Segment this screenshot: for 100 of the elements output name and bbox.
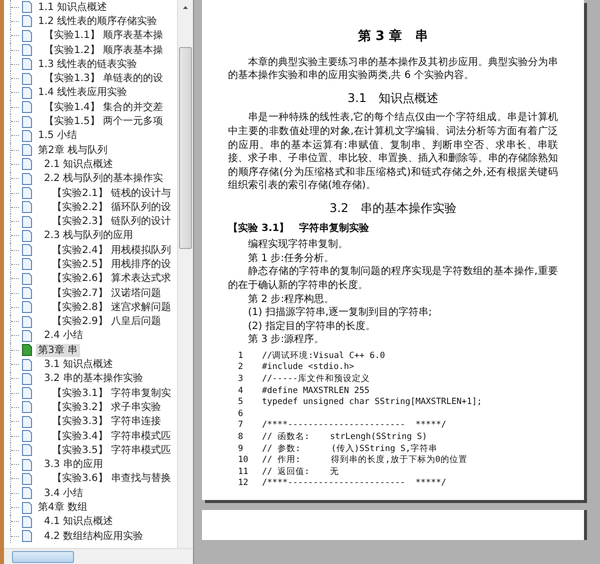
bookmark-item[interactable]: 【实验2.9】 八皇后问题 <box>50 315 164 328</box>
bookmark-page-icon <box>22 316 32 328</box>
bookmark-page-icon <box>22 30 32 42</box>
intro-paragraph: 本章的典型实验主要练习串的基本操作及其初步应用。典型实验分为串的基本操作实验和串的应用实验两类,共 6 个实验内容。 <box>228 56 558 83</box>
bookmark-page-icon <box>22 72 32 85</box>
bookmark-item[interactable]: 【实验3.3】 字符串连接 <box>50 415 164 428</box>
bookmark-item[interactable]: 【实验3.1】 字符串复制实 <box>50 386 174 400</box>
bookmark-page-icon <box>22 116 32 128</box>
line-number: 6 <box>237 408 244 420</box>
bookmark-page-icon <box>22 387 32 400</box>
bookmark-item[interactable]: 【实验2.3】 链队列的设计 <box>50 215 174 228</box>
line-number: 10 <box>237 455 250 467</box>
bookmark-item[interactable]: 【实验3.4】 字符串模式匹 <box>50 430 174 443</box>
experiment-heading: 【实验 3.1】 字符串复制实验 <box>228 222 370 236</box>
bookmark-item[interactable]: 【实验3.6】 串查找与替换 <box>50 472 174 486</box>
bookmark-item[interactable]: 【实验1.2】 顺序表基本操 <box>42 44 166 57</box>
code-line: #include <stdio.h> <box>262 362 354 374</box>
code-line: #define MAXSTRLEN 255 <box>262 386 370 398</box>
bookmark-item[interactable]: 2.1 知识点概述 <box>42 158 116 171</box>
body-paragraph: 静态存储的字符串的复制问题的程序实现是字符数组的基本操作,重要的在于确认新的字符串的长度。 <box>228 265 558 292</box>
line-number: 11 <box>237 466 250 478</box>
vertical-scrollbar[interactable] <box>177 0 193 548</box>
body-paragraph: (1) 扫描源字符串,逐一复制到目的字符串; <box>247 306 433 320</box>
bookmark-item[interactable]: 2.2 栈与队列的基本操作实 <box>42 172 166 186</box>
bookmark-page-icon <box>22 201 32 214</box>
bookmark-page-icon <box>22 44 32 56</box>
bookmark-item[interactable]: 【实验2.7】 汉诺塔问题 <box>50 286 164 300</box>
bookmark-item[interactable]: 【实验3.5】 字符串模式匹 <box>50 444 174 457</box>
bookmark-page-icon <box>22 187 32 199</box>
section-heading: 3.1 知识点概述 <box>346 92 440 106</box>
bookmark-page-icon <box>22 430 32 442</box>
bookmark-page-icon <box>22 530 32 542</box>
line-number: 1 <box>237 350 244 362</box>
line-number: 2 <box>237 362 244 374</box>
bookmark-page-icon <box>22 401 32 414</box>
bookmark-item[interactable]: 【实验1.5】 两个一元多项 <box>42 115 166 128</box>
code-line: // 参数: (传入)SString S,字符串 <box>262 444 438 454</box>
horizontal-scrollbar[interactable] <box>4 548 193 564</box>
code-line: //-----库文件和预设定义 <box>262 374 370 386</box>
bookmark-page-icon <box>22 416 32 428</box>
body-paragraph: 第 1 步:任务分析。 <box>247 252 336 266</box>
bookmark-item[interactable]: 2.3 栈与队列的应用 <box>42 229 136 242</box>
code-line: // 函数名: strLengh(SString S) <box>262 432 428 444</box>
bookmark-page-icon <box>22 15 32 28</box>
bookmark-page-icon <box>22 144 32 156</box>
bookmark-item[interactable]: 1.4 线性表应用实验 <box>36 86 130 100</box>
code-line: /****----------------------- *****/ <box>262 420 446 432</box>
body-paragraph: 第 3 步:源程序。 <box>247 333 326 347</box>
bookmark-item[interactable]: 3.3 串的应用 <box>42 458 106 472</box>
bookmark-item[interactable]: 【实验2.2】 循环队列的设 <box>50 200 174 214</box>
body-paragraph: 编程实现字符串复制。 <box>247 238 349 252</box>
bookmark-item[interactable]: 1.3 线性表的链表实验 <box>36 58 140 71</box>
bookmark-page-icon <box>22 287 32 300</box>
bookmark-page-icon <box>22 230 32 242</box>
bookmark-item[interactable]: 第4章 数组 <box>36 501 90 514</box>
bookmark-page-icon <box>22 358 32 371</box>
bookmark-item[interactable]: 1.1 知识点概述 <box>36 0 110 14</box>
code-line: typedef unsigned char SString[MAXSTRLEN+1]; <box>262 397 482 409</box>
bookmark-item[interactable]: 2.4 小结 <box>42 329 86 342</box>
bookmark-item[interactable]: 【实验1.4】 集合的并交差 <box>42 100 166 114</box>
bookmark-item[interactable]: 3.4 小结 <box>42 486 86 500</box>
bookmark-item[interactable]: 1.2 线性表的顺序存储实验 <box>36 14 160 28</box>
bookmark-page-icon <box>22 244 32 256</box>
bookmark-page-icon <box>22 172 32 185</box>
chapter-title: 第 3 章 串 <box>356 30 430 44</box>
bookmark-item[interactable]: 3.2 串的基本操作实验 <box>42 372 146 386</box>
code-line: /****----------------------- *****/ <box>262 478 446 490</box>
bookmark-page-icon <box>22 1 32 14</box>
code-line: // 返回值: 无 <box>262 466 339 478</box>
bookmark-page-icon <box>22 216 32 228</box>
bookmark-item[interactable]: 【实验2.8】 迷宫求解问题 <box>50 300 174 314</box>
bookmark-item[interactable]: 第3章 串 <box>36 344 80 357</box>
bookmark-item[interactable]: 4.1 知识点概述 <box>42 515 116 528</box>
bookmark-page-icon <box>22 86 32 99</box>
bookmark-item[interactable]: 3.1 知识点概述 <box>42 358 116 372</box>
bookmark-item[interactable]: 【实验2.6】 算术表达式求 <box>50 272 174 286</box>
bookmark-page-icon <box>22 330 32 342</box>
bookmark-current-page-icon <box>22 344 32 356</box>
bookmark-page-icon <box>22 372 32 385</box>
section-heading: 3.2 串的基本操作实验 <box>328 202 458 216</box>
bookmark-page-icon <box>22 458 32 471</box>
code-line: //调试环境:Visual C++ 6.0 <box>262 350 385 362</box>
bookmark-item[interactable]: 【实验1.1】 顺序表基本操 <box>42 29 166 42</box>
bookmark-page-icon <box>22 272 32 285</box>
bookmark-item[interactable]: 【实验2.1】 链栈的设计与 <box>50 186 174 200</box>
bookmark-page-icon <box>22 487 32 500</box>
bookmark-item[interactable]: 【实验2.5】 用栈排序的设 <box>50 258 174 271</box>
bookmark-item[interactable]: 1.5 小结 <box>36 129 80 142</box>
bookmark-page-icon <box>22 444 32 456</box>
bookmark-item[interactable]: 【实验2.4】 用栈模拟队列 <box>50 244 174 257</box>
bookmark-item[interactable]: 第2章 栈与队列 <box>36 144 110 157</box>
bookmark-item[interactable]: 4.2 数组结构应用实验 <box>42 530 146 543</box>
bookmark-page-icon <box>22 301 32 314</box>
bookmark-page-icon <box>22 472 32 485</box>
bookmark-page-icon <box>22 130 32 142</box>
bookmark-item[interactable]: 【实验1.3】 单链表的的设 <box>42 72 166 86</box>
bookmark-page-icon <box>22 258 32 270</box>
bookmark-page-icon <box>22 58 32 70</box>
bookmark-page-icon <box>22 158 32 170</box>
bookmark-item[interactable]: 【实验3.2】 求子串实验 <box>50 400 164 414</box>
